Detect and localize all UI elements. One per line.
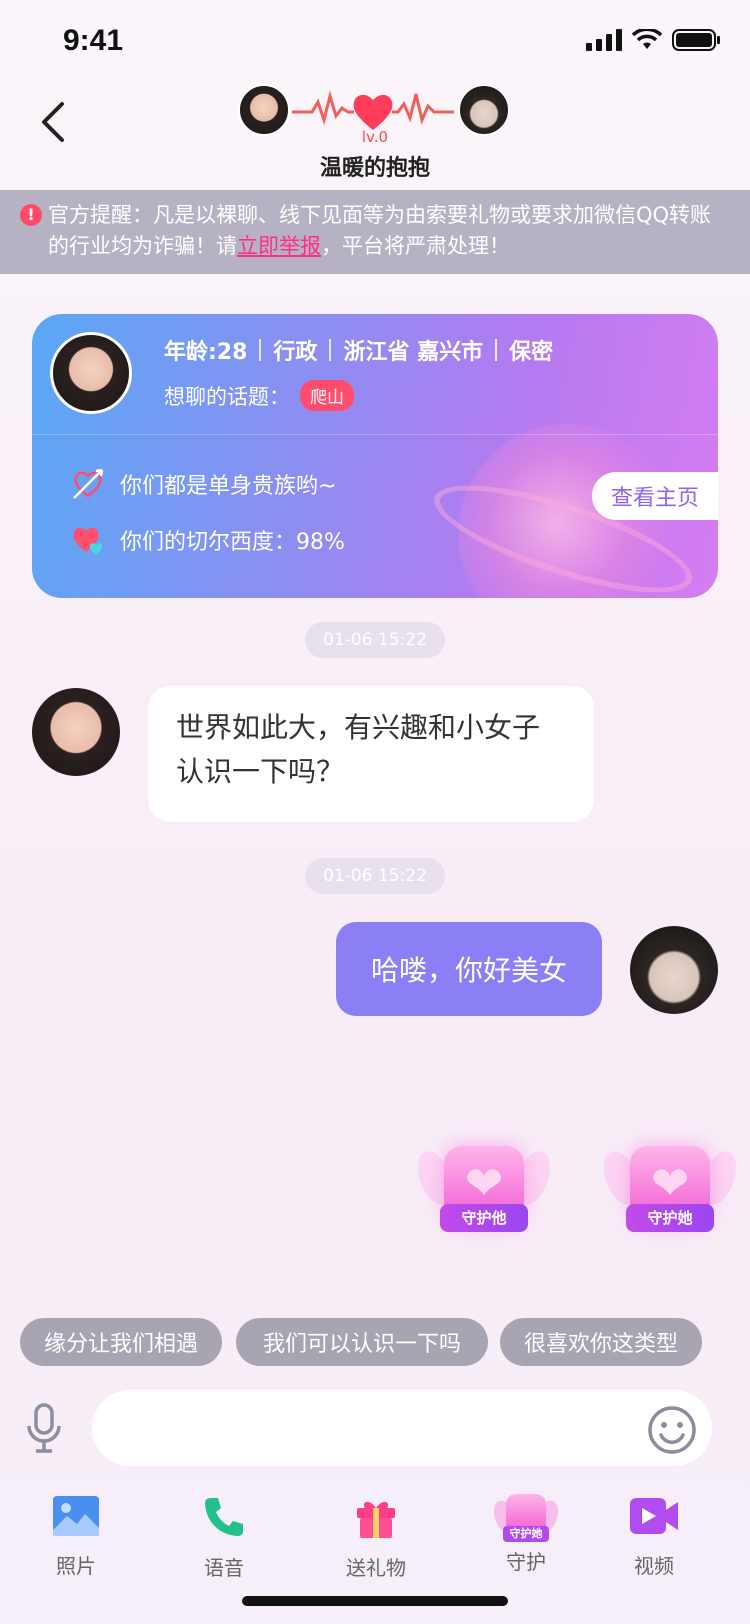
photo-icon [53,1496,99,1536]
tab-video[interactable]: 视频 [604,1494,704,1579]
message-timestamp: 01-06 15:22 [305,622,445,658]
quick-reply[interactable]: 我们可以认识一下吗 [236,1318,488,1366]
tab-video-label: 视频 [634,1554,674,1578]
tab-gift-label: 送礼物 [346,1556,406,1580]
battery-icon [672,29,720,51]
age-text: 年龄:28 [164,340,248,365]
official-notice: ! 官方提醒：凡是以裸聊、线下见面等为由索要礼物或要求加微信QQ转账的行业均为诈… [0,190,750,274]
quick-reply[interactable]: 很喜欢你这类型 [500,1318,702,1366]
message-timestamp: 01-06 15:22 [305,858,445,894]
message-input[interactable] [92,1390,712,1466]
guard-her-label: 守护她 [626,1204,714,1232]
quick-reply[interactable]: 缘分让我们相遇 [20,1318,222,1366]
topic-tag: 爬山 [300,380,354,411]
incoming-message[interactable]: 世界如此大，有兴趣和小女子认识一下吗？ [148,686,594,822]
divider [329,339,332,361]
profile-info-row: 年龄:28 行政 浙江省 嘉兴市 保密 [164,334,553,366]
video-icon [630,1498,678,1534]
location-text: 浙江省 嘉兴市 [343,340,484,365]
topic-row: 想聊的话题： 爬山 [164,380,354,411]
signal-icon [586,29,622,51]
divider [259,339,262,361]
tab-voice-label: 语音 [204,1556,244,1580]
phone-icon [205,1498,243,1536]
divider [495,339,498,361]
view-profile-button[interactable]: 查看主页 [592,472,718,520]
level-label: lv.0 [361,128,389,146]
chelsea-feature: 你们的切尔西度：98% [70,522,345,558]
status-icons [586,28,722,52]
tab-guard[interactable]: 守护她 守护 [476,1494,576,1575]
guard-him-button[interactable]: 守护他 [411,1146,557,1242]
gift-icon [357,1501,395,1538]
tab-photo-label: 照片 [56,1554,96,1578]
double-heart-icon [73,527,103,555]
profile-card: 年龄:28 行政 浙江省 嘉兴市 保密 想聊的话题： 爬山 你们都是单身贵族哟~… [32,314,718,598]
wifi-icon [632,29,662,49]
topic-label: 想聊的话题： [164,384,290,409]
single-feature: 你们都是单身贵族哟~ [70,466,336,502]
privacy-text: 保密 [509,340,554,365]
notice-text-after: ，平台将严肃处理！ [321,234,510,258]
cupid-arrow-icon [73,468,104,499]
emoji-icon[interactable] [646,1404,698,1456]
tab-voice[interactable]: 语音 [174,1494,274,1581]
status-time: 9:41 [63,24,124,57]
tab-photo[interactable]: 照片 [26,1494,126,1579]
warning-icon: ! [20,204,42,226]
tab-gift[interactable]: 送礼物 [326,1494,426,1581]
outgoing-message[interactable]: 哈喽，你好美女 [336,922,602,1016]
her-avatar-message[interactable] [32,688,120,776]
guard-icon: 守护她 [489,1494,563,1544]
chat-title: 温暖的抱抱 [319,156,430,181]
guard-her-button[interactable]: 守护她 [597,1146,743,1242]
job-text: 行政 [273,340,318,365]
guard-badge: 守护她 [503,1526,549,1542]
microphone-icon[interactable] [24,1402,64,1454]
guard-him-label: 守护他 [440,1204,528,1232]
card-divider [32,434,718,435]
her-avatar-card[interactable] [50,332,132,414]
report-link[interactable]: 立即举报 [237,234,321,258]
chelsea-feature-text: 你们的切尔西度：98% [120,530,345,555]
his-avatar-message[interactable] [630,926,718,1014]
heart-icon [353,94,393,130]
single-feature-text: 你们都是单身贵族哟~ [120,474,337,499]
home-indicator [242,1596,508,1606]
tab-guard-label: 守护 [506,1550,546,1574]
